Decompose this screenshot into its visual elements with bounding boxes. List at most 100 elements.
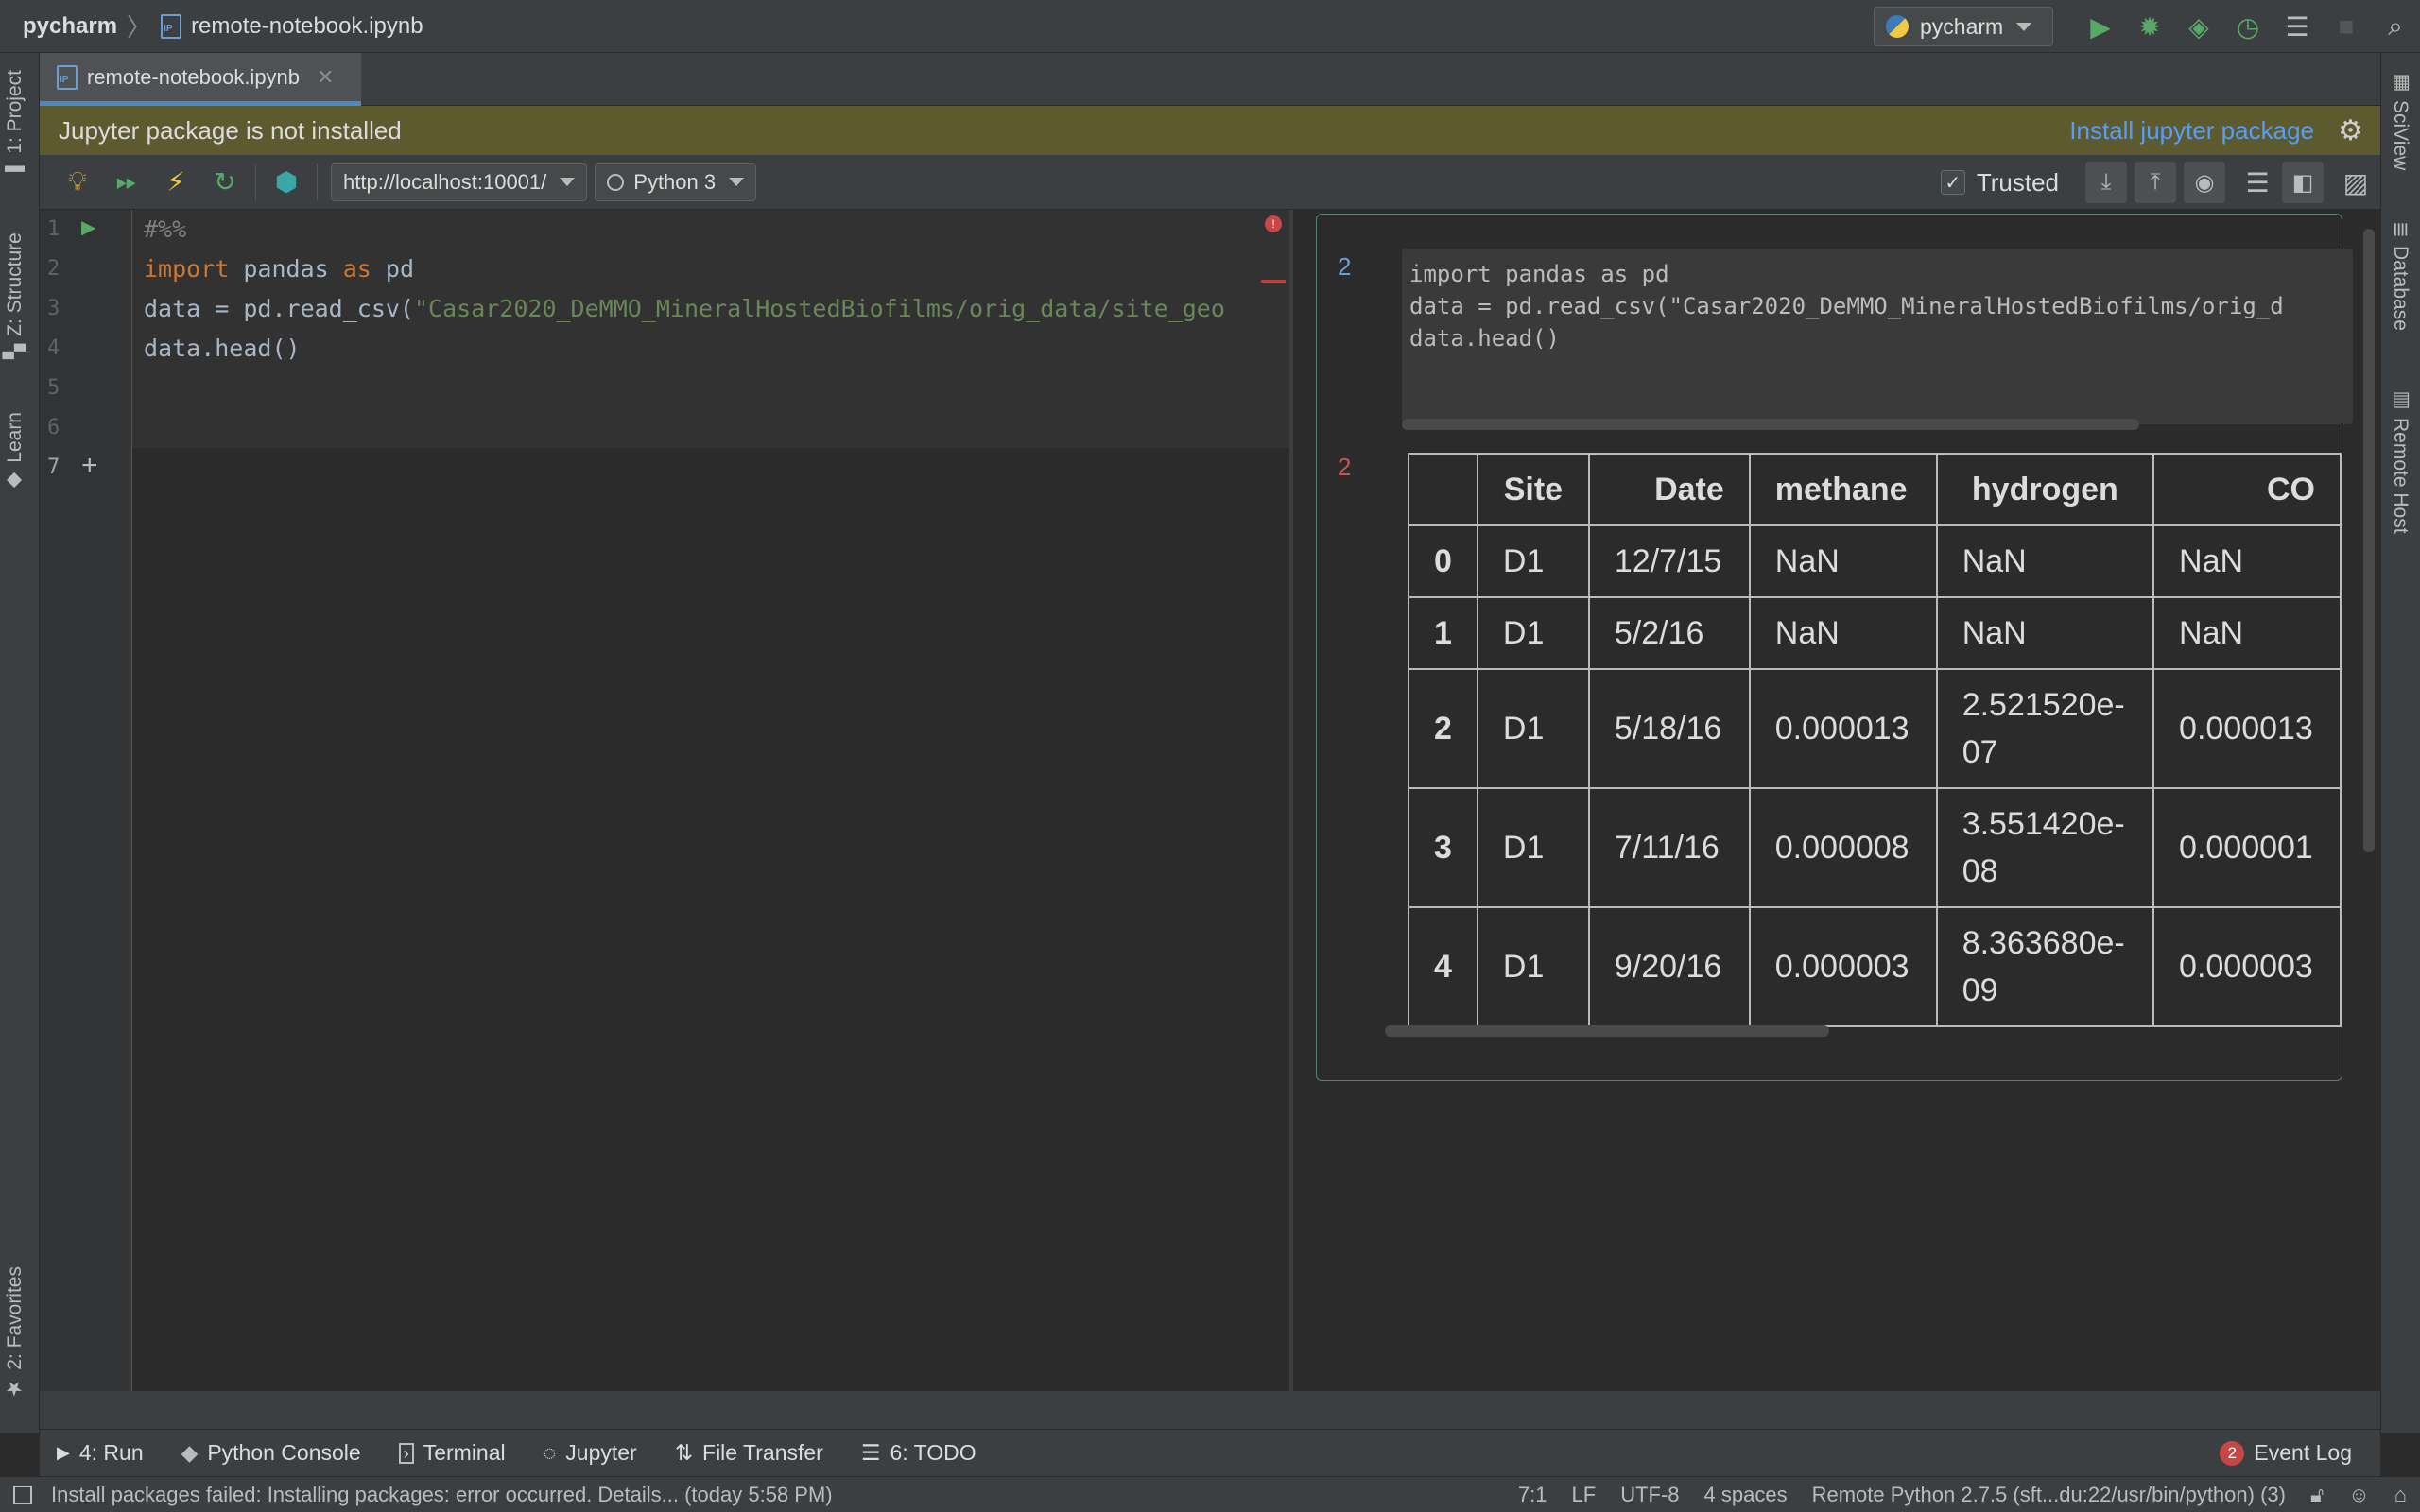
search-everywhere-icon[interactable]: ⌕ (2371, 0, 2420, 53)
indent-setting[interactable]: 4 spaces (1704, 1483, 1788, 1507)
table-horizontal-scrollbar[interactable] (1385, 1025, 1829, 1037)
code-line-1: #%% (144, 215, 1288, 243)
run-all-button[interactable]: ⏩︎ (102, 158, 151, 207)
jupyter-icon: ◌ (543, 1440, 557, 1465)
jupyter-label: Jupyter (565, 1440, 637, 1465)
sync-scroll-icon[interactable]: ◉ (2184, 162, 2225, 203)
status-message[interactable]: Install packages failed: Installing pack… (51, 1483, 833, 1507)
line-number: 7 (47, 455, 60, 479)
tool-window-bar: ▶ 4: Run ◆ Python Console › Terminal ◌ J… (40, 1429, 2380, 1476)
database-icon: ≣ (2390, 221, 2411, 238)
split-view-icon[interactable]: ◧ (2282, 162, 2324, 203)
structure-tool-tab[interactable]: ▚ Z: Structure (4, 232, 26, 359)
run-config-dropdown[interactable]: pycharm (1874, 7, 2053, 46)
kernel-name: Python 3 (633, 169, 717, 194)
trusted-checkbox[interactable]: ✓ (1940, 170, 1965, 195)
jupyter-toolbar: 💡︎ ⏩︎ ⚡︎ ↻ ⬢ http://localhost:10001/ Pyt… (40, 155, 2380, 210)
table-cell: 5/2/16 (1587, 596, 1751, 670)
favorites-tool-tab[interactable]: ★ 2: Favorites (4, 1266, 26, 1400)
database-tool-tab[interactable]: ≣ Database (2389, 221, 2411, 331)
graduation-cap-icon: ◆ (4, 470, 26, 493)
notification-message: Jupyter package is not installed (59, 115, 402, 145)
row-index: 0 (1408, 524, 1478, 598)
column-header-hydrogen: hydrogen (1935, 453, 2155, 526)
table-cell: NaN (2152, 596, 2342, 670)
line-separator[interactable]: LF (1572, 1483, 1597, 1507)
status-bar: Install packages failed: Installing pack… (0, 1476, 2420, 1512)
gear-icon[interactable]: ⚙ (2338, 114, 2363, 147)
chevron-down-icon (560, 178, 576, 186)
todo-label: 6: TODO (890, 1440, 977, 1465)
profile-button[interactable]: ◷ (2223, 0, 2273, 53)
trusted-label: Trusted (1976, 167, 2059, 197)
python-console-tool-window[interactable]: ◆ Python Console (182, 1440, 361, 1466)
scroll-down-icon[interactable]: ⤓ (2085, 162, 2127, 203)
preview-only-icon[interactable]: ▨ (2331, 158, 2380, 207)
event-log-tool-window[interactable]: 2 Event Log (2220, 1440, 2352, 1466)
preview-vertical-scrollbar[interactable] (2363, 229, 2375, 852)
cell-marker: #%% (144, 215, 187, 243)
coverage-button[interactable]: ◈ (2174, 0, 2223, 53)
editor-only-icon[interactable]: ☰ (2233, 158, 2282, 207)
breadcrumb-file[interactable]: remote-notebook.ipynb (161, 13, 424, 40)
preview-cell[interactable]: 2 import pandas as pd data = pd.read_csv… (1316, 214, 2353, 1081)
add-cell-icon[interactable]: + (81, 450, 98, 482)
upload-notebook-button[interactable]: ⬢ (262, 158, 311, 207)
stop-button[interactable]: ■ (2322, 0, 2371, 53)
table-cell: 9/20/16 (1587, 906, 1751, 1027)
code-text: data = pd.read_csv( (144, 295, 414, 322)
server-dropdown[interactable]: http://localhost:10001/ (331, 163, 588, 201)
todo-tool-window[interactable]: ☰ 6: TODO (861, 1440, 977, 1466)
breadcrumb-project[interactable]: pycharm (23, 13, 117, 40)
run-button[interactable]: ▶ (2076, 0, 2125, 53)
table-cell: 0.000003 (1748, 906, 1938, 1027)
code-line-4: data.head() (144, 335, 1288, 362)
toolbar-separator (255, 163, 256, 200)
lightbulb-icon[interactable]: 💡︎ (53, 158, 102, 207)
caret-position[interactable]: 7:1 (1518, 1483, 1547, 1507)
jupyter-tool-window[interactable]: ◌ Jupyter (544, 1440, 637, 1466)
restart-kernel-button[interactable]: ↻ (200, 158, 250, 207)
lock-icon[interactable]: 🔓︎ (2310, 1483, 2324, 1507)
file-transfer-tool-window[interactable]: ⇅ File Transfer (675, 1440, 823, 1466)
interpreter-selector[interactable]: Remote Python 2.7.5 (sft...du:22/usr/bin… (1812, 1483, 2286, 1507)
kernel-dropdown[interactable]: Python 3 (595, 163, 757, 201)
file-encoding[interactable]: UTF-8 (1620, 1483, 1679, 1507)
code-horizontal-scrollbar[interactable] (1402, 419, 2139, 430)
status-widgets: 7:1 LF UTF-8 4 spaces Remote Python 2.7.… (1518, 1483, 2420, 1507)
debug-button[interactable]: ✹ (2125, 0, 2174, 53)
editor-tab-notebook[interactable]: remote-notebook.ipynb ✕ (40, 53, 361, 106)
run-cell-icon[interactable]: ▶ (81, 215, 95, 239)
chevron-down-icon (729, 178, 745, 186)
table-cell: D1 (1476, 906, 1590, 1027)
remote-host-tool-tab[interactable]: ▤ Remote Host (2389, 387, 2411, 534)
input-prompt-number: 2 (1338, 252, 1352, 281)
editor-tab-bar: remote-notebook.ipynb ✕ (40, 53, 2380, 106)
string-literal: "Casar2020_DeMMO_MineralHostedBiofilms/o… (413, 295, 1225, 322)
install-jupyter-link[interactable]: Install jupyter package (2069, 116, 2314, 146)
inspector-icon[interactable]: ☺ (2348, 1483, 2369, 1507)
kernel-status-icon (607, 173, 625, 191)
terminal-tool-window[interactable]: › Terminal (398, 1440, 506, 1466)
database-tool-tab-label: Database (2390, 245, 2411, 331)
code-editor[interactable]: 1 ▶ 2 3 4 5 6 7 + #%% import pandas as p… (40, 210, 1289, 1391)
learn-tool-tab[interactable]: ◆ Learn (4, 412, 26, 493)
remote-host-tool-tab-label: Remote Host (2390, 418, 2411, 534)
memory-icon[interactable]: ⌂ (2394, 1483, 2407, 1507)
server-url: http://localhost:10001/ (343, 169, 547, 194)
line-number: 4 (47, 336, 60, 360)
line-number: 6 (47, 416, 60, 439)
concurrency-button[interactable]: ☰ (2273, 0, 2322, 53)
scroll-up-icon[interactable]: ⤒ (2135, 162, 2176, 203)
row-index: 4 (1408, 906, 1478, 1027)
error-stripe-mark (1261, 280, 1286, 283)
column-header-co: CO (2152, 453, 2342, 526)
run-tool-window[interactable]: ▶ 4: Run (57, 1440, 144, 1466)
play-icon: ▶ (57, 1443, 70, 1462)
interrupt-kernel-button[interactable]: ⚡︎ (151, 158, 200, 207)
error-indicator-icon[interactable]: ! (1265, 215, 1282, 232)
sciview-tool-tab[interactable]: ▦ SciView (2389, 70, 2411, 170)
toggle-tool-windows-icon[interactable] (13, 1485, 32, 1504)
project-tool-tab[interactable]: ▬ 1: Project (4, 70, 26, 183)
close-icon[interactable]: ✕ (317, 65, 334, 90)
